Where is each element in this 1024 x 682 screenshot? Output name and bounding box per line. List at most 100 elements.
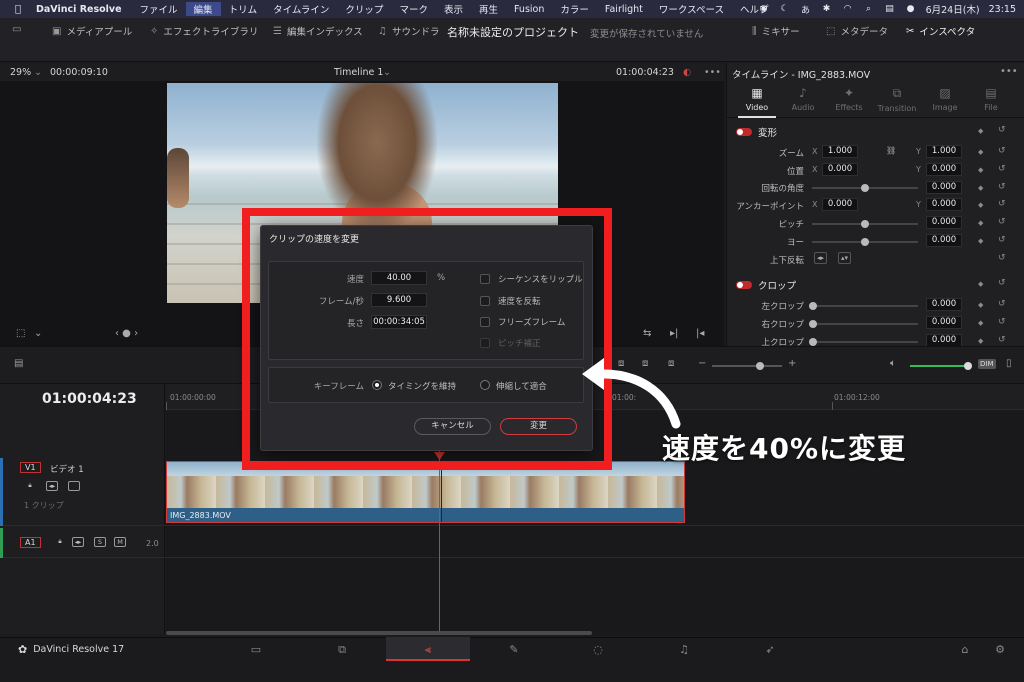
tab-effects[interactable]: ✦ Effects	[824, 86, 874, 112]
video-track-name[interactable]: ビデオ 1	[50, 463, 84, 475]
menu-mark[interactable]: マーク	[391, 2, 436, 16]
timeline-view-icon[interactable]: ▤	[14, 358, 23, 369]
slider-knob[interactable]	[861, 238, 869, 246]
metadata-button[interactable]: ⬚ メタデータ	[826, 24, 888, 39]
zoom-out-icon[interactable]: −	[698, 358, 706, 369]
pitch-field[interactable]: 0.000	[926, 216, 962, 229]
crop-right-field[interactable]: 0.000	[926, 316, 962, 329]
menu-trim[interactable]: トリム	[221, 2, 266, 16]
menu-fairlight[interactable]: Fairlight	[597, 4, 651, 15]
menu-clip[interactable]: クリップ	[337, 2, 391, 16]
slider-knob[interactable]	[809, 320, 817, 328]
edit-index-button[interactable]: ☰ 編集インデックス	[273, 24, 363, 39]
reset-icon[interactable]: ↺	[998, 199, 1006, 209]
tab-image[interactable]: ▨ Image	[920, 86, 970, 112]
menu-time[interactable]: 23:15	[989, 4, 1016, 15]
reset-icon[interactable]: ↺	[998, 164, 1006, 174]
transform-section-header[interactable]: 変形	[736, 125, 777, 139]
inspector-button[interactable]: ✂ インスペクタ	[906, 24, 975, 39]
yaw-slider[interactable]	[812, 238, 918, 246]
home-icon[interactable]: ⌂	[955, 643, 975, 656]
moon-icon[interactable]: ☾	[779, 4, 791, 14]
reset-icon[interactable]: ↺	[998, 317, 1006, 327]
tab-transition[interactable]: ⧉ Transition	[872, 86, 922, 113]
keyframe-icon[interactable]: ◆	[978, 237, 983, 245]
keyframe-icon[interactable]: ◆	[978, 219, 983, 227]
crop-left-slider[interactable]	[809, 302, 918, 310]
timeline-scrollbar[interactable]	[166, 631, 592, 635]
menu-workspace[interactable]: ワークスペース	[651, 2, 732, 16]
flip-horizontal-icon[interactable]: ◂▸	[814, 252, 827, 264]
next-frame-icon[interactable]: ▸|	[670, 328, 678, 339]
position-y-field[interactable]: 0.000	[926, 163, 962, 176]
reset-icon[interactable]: ↺	[998, 235, 1006, 245]
crop-right-slider[interactable]	[809, 320, 918, 328]
crop-toggle[interactable]	[736, 281, 752, 289]
menu-timeline[interactable]: タイムライン	[265, 2, 337, 16]
meter-icon[interactable]: ▯	[1006, 358, 1012, 369]
anchor-x-field[interactable]: 0.000	[822, 198, 858, 211]
reset-icon[interactable]: ↺	[998, 253, 1006, 263]
timeline-zoom-slider[interactable]	[712, 362, 782, 370]
gear-icon[interactable]: ⚙	[990, 643, 1010, 656]
fusion-page-icon[interactable]: ✎	[504, 643, 524, 656]
yaw-field[interactable]: 0.000	[926, 234, 962, 247]
menu-fusion[interactable]: Fusion	[506, 4, 552, 15]
zoom-x-field[interactable]: 1.000	[822, 145, 858, 158]
inspector-more-icon[interactable]: •••	[1000, 66, 1018, 77]
keyframe-icon[interactable]: ◆	[978, 127, 983, 135]
dim-button[interactable]: DIM	[978, 359, 996, 369]
slider-knob[interactable]	[964, 362, 972, 370]
video-clip[interactable]: IMG_2883.MOV	[166, 461, 685, 523]
keyframe-icon[interactable]: ◆	[978, 166, 983, 174]
resolve-status-icon[interactable]: ◉	[758, 4, 770, 14]
zoom-in-icon[interactable]: +	[788, 358, 796, 369]
deliver-page-icon[interactable]: ➶	[760, 643, 780, 656]
menu-file[interactable]: ファイル	[132, 2, 186, 16]
tab-video[interactable]: ▦ Video	[732, 86, 782, 112]
effects-library-button[interactable]: ✧ エフェクトライブラリ	[150, 24, 258, 39]
mixer-button[interactable]: ⫼ ミキサー	[752, 24, 800, 39]
media-pool-button[interactable]: ▣ メディアプール	[52, 24, 132, 39]
color-wheel-icon[interactable]: ◐	[683, 67, 691, 78]
viewer-mode-dropdown-icon[interactable]: ⌄	[34, 328, 42, 339]
tab-file[interactable]: ▤ File	[966, 86, 1016, 112]
reset-icon[interactable]: ↺	[998, 335, 1006, 345]
crop-section-header[interactable]: クロップ	[736, 278, 796, 292]
track-tag-a1[interactable]: A1	[20, 537, 41, 548]
chevron-down-icon[interactable]: ⌄	[383, 67, 391, 78]
slider-knob[interactable]	[756, 362, 764, 370]
menu-playback[interactable]: 再生	[471, 2, 506, 16]
keyframe-icon[interactable]: ◆	[978, 148, 983, 156]
fairlight-page-icon[interactable]: ♫	[674, 643, 694, 656]
crop-top-slider[interactable]	[809, 338, 918, 346]
rotation-slider[interactable]	[812, 184, 918, 192]
reset-icon[interactable]: ↺	[998, 146, 1006, 156]
zoom-dropdown-icon[interactable]: ⌄	[34, 67, 42, 78]
keyframe-icon[interactable]: ◆	[978, 301, 983, 309]
last-frame-icon[interactable]: |◂	[696, 328, 704, 339]
user-icon[interactable]: ●	[905, 4, 917, 14]
tab-audio[interactable]: ♪ Audio	[778, 86, 828, 112]
reset-icon[interactable]: ↺	[998, 182, 1006, 192]
keyframe-icon[interactable]: ◆	[978, 280, 983, 288]
position-x-field[interactable]: 0.000	[822, 163, 858, 176]
keyframe-icon[interactable]: ◆	[978, 319, 983, 327]
keyframe-icon[interactable]: ◆	[978, 337, 983, 345]
slider-knob[interactable]	[809, 302, 817, 310]
apple-icon[interactable]: 	[8, 4, 28, 15]
input-method-icon[interactable]: あ	[800, 3, 812, 16]
anchor-y-field[interactable]: 0.000	[926, 198, 962, 211]
zoom-y-field[interactable]: 1.000	[926, 145, 962, 158]
volume-slider[interactable]	[910, 362, 972, 370]
monitor-toggle[interactable]: ▭	[12, 24, 21, 35]
edit-page-icon[interactable]: ⫷	[418, 643, 438, 657]
menu-edit[interactable]: 編集	[185, 2, 221, 16]
rotation-field[interactable]: 0.000	[926, 181, 962, 194]
lock-icon[interactable]: 🔒︎	[54, 537, 66, 547]
keyframe-icon[interactable]: ◆	[978, 184, 983, 192]
menu-color[interactable]: カラー	[552, 2, 597, 16]
viewer-zoom[interactable]: 29%	[10, 67, 31, 78]
reset-icon[interactable]: ↺	[998, 125, 1006, 135]
reset-icon[interactable]: ↺	[998, 217, 1006, 227]
